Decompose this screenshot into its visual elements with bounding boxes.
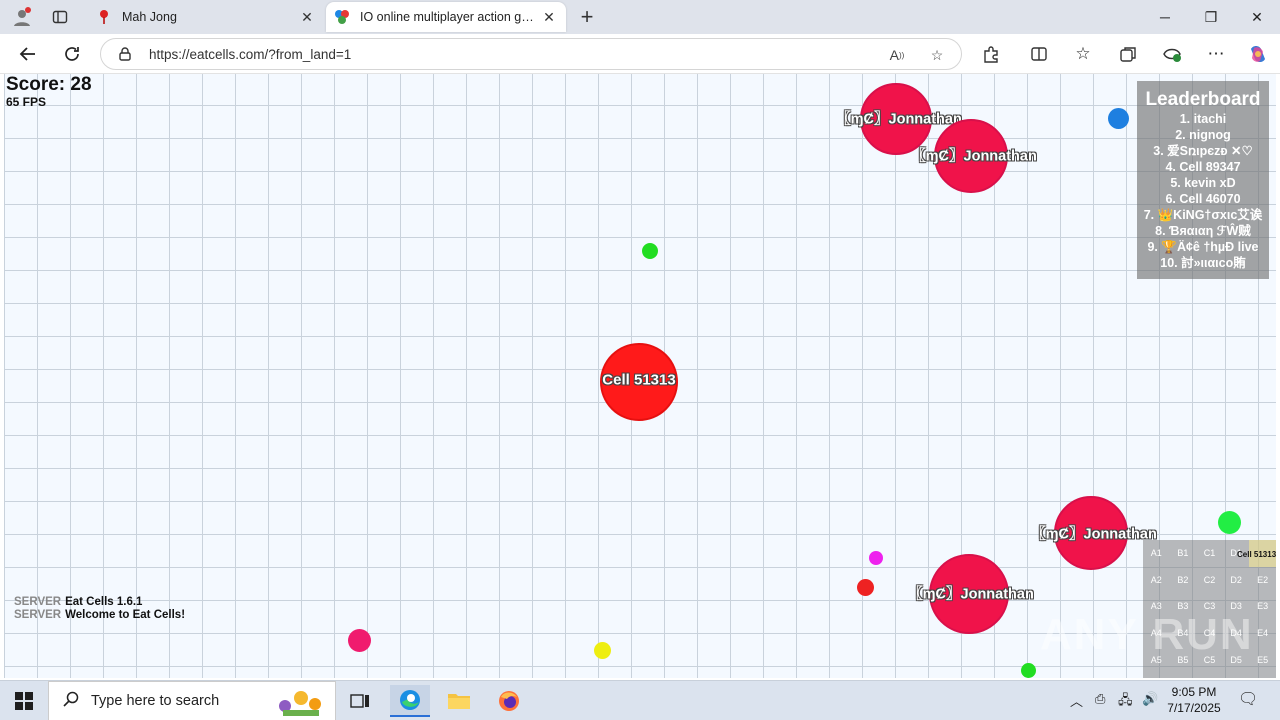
minimap-grid-cell: B1 — [1177, 548, 1189, 559]
task-view-icon[interactable] — [340, 685, 380, 717]
lock-icon[interactable] — [117, 46, 133, 62]
minimap-grid-cell: C1 — [1203, 548, 1216, 559]
enemy-cell-name: 〖ɱȻ〗Jonnathan — [1031, 526, 1157, 543]
leaderboard-entry: 8. Ɓяαιαη ℱŴ贼 — [1155, 224, 1251, 238]
leaderboard-entry: 4. Cell 89347 — [1165, 160, 1241, 174]
browser-navbar: https://eatcells.com/?from_land=1 A)) ☆ … — [0, 34, 1280, 74]
food-pellet — [1021, 663, 1036, 678]
file-explorer-icon[interactable] — [439, 685, 479, 717]
volume-icon[interactable]: 🔊 — [1142, 691, 1158, 707]
leaderboard-entry: 6. Cell 46070 — [1165, 192, 1241, 206]
read-aloud-icon[interactable]: A)) — [887, 45, 907, 65]
extensions-icon[interactable] — [977, 40, 1005, 68]
minimap-grid-cell: A2 — [1150, 574, 1162, 585]
enemy-cell-name: 〖ɱȻ〗Jonnathan — [911, 148, 1037, 165]
food-pellet — [857, 579, 874, 596]
leaderboard: Leaderboard 1. itachi 2. nignog 3. 爱Sռιp… — [1137, 81, 1269, 279]
minimap-grid-cell: B2 — [1177, 574, 1189, 585]
split-screen-icon[interactable] — [1025, 40, 1053, 68]
leaderboard-entry: 1. itachi — [1179, 112, 1227, 126]
browser-essentials-icon[interactable] — [1158, 40, 1186, 68]
minimap-grid-cell: A1 — [1150, 548, 1162, 559]
profile-icon[interactable] — [10, 5, 34, 29]
player-cell-name: Cell 51313 — [602, 371, 676, 389]
minimize-icon[interactable]: ─ — [1142, 0, 1188, 34]
back-arrow-icon[interactable] — [14, 40, 42, 68]
chat-message: Eat Cells 1.6.1 — [65, 596, 143, 608]
puzzle-icon — [334, 9, 350, 25]
minimap-grid-cell: E2 — [1257, 574, 1269, 585]
tab-actions-icon[interactable] — [48, 5, 72, 29]
chat-message: Welcome to Eat Cells! — [65, 609, 186, 621]
search-placeholder: Type here to search — [91, 693, 220, 709]
food-pellet — [594, 642, 611, 659]
minimap-grid-cell: C2 — [1203, 574, 1216, 585]
leaderboard-entry: 3. 爱Sռιpєzᴆ ✕♡ — [1153, 144, 1253, 158]
food-pellet — [1108, 108, 1129, 129]
search-icon — [63, 691, 79, 712]
minimap-grid-cell: D2 — [1230, 574, 1242, 585]
address-bar[interactable]: https://eatcells.com/?from_land=1 A)) ☆ — [100, 38, 962, 70]
food-pellet — [348, 629, 371, 652]
notification-icon[interactable]: 🗨 — [1238, 689, 1258, 709]
game-canvas[interactable]: Score: 28 65 FPS 〖ɱȻ〗Jonnathan 〖ɱȻ〗Jonna… — [4, 74, 1276, 678]
close-icon[interactable]: ✕ — [298, 8, 316, 26]
chat-source: SERVER — [14, 609, 62, 621]
flowers-icon — [265, 684, 331, 720]
edge-browser-icon[interactable] — [390, 685, 430, 717]
new-tab-icon[interactable]: + — [575, 4, 599, 29]
tab-eatcells[interactable]: IO online multiplayer action game ✕ — [326, 2, 566, 32]
firefox-icon[interactable] — [489, 685, 529, 717]
leaderboard-entry: 9. 🏆Ä¢ê †hµÐ live — [1147, 240, 1259, 254]
refresh-icon[interactable] — [58, 40, 86, 68]
usb-icon[interactable]: ⎙ — [1095, 691, 1105, 707]
leaderboard-entry: 2. nignog — [1175, 128, 1231, 142]
browser-titlebar: Mah Jong ✕ IO online multiplayer action … — [0, 0, 1280, 34]
url-text[interactable]: https://eatcells.com/?from_land=1 — [149, 47, 351, 62]
enemy-cell-name: 〖ɱȻ〗Jonnathan — [836, 111, 962, 128]
copilot-icon[interactable] — [1244, 40, 1272, 68]
show-hidden-icons[interactable]: ︿ — [1070, 691, 1083, 710]
windows-taskbar: Type here to search ︿ ⎙ 🖧 🔊 9:05 PM 7/17… — [0, 680, 1280, 720]
close-icon[interactable]: ✕ — [540, 8, 558, 26]
leaderboard-entry: 10. 討»ιιαιco賄 — [1160, 256, 1246, 270]
food-pellet — [642, 243, 658, 259]
anyrun-watermark: ANY RUN — [1040, 610, 1254, 659]
taskbar-clock[interactable]: 9:05 PM 7/17/2025 — [1160, 684, 1228, 716]
chat-log: SERVER Eat Cells 1.6.1 SERVER Welcome to E… — [14, 596, 185, 622]
food-pellet — [869, 551, 883, 565]
chat-line: SERVER Eat Cells 1.6.1 — [14, 596, 185, 609]
taskbar-search-box[interactable]: Type here to search — [48, 681, 336, 720]
score-display: Score: 28 — [6, 74, 92, 95]
clock-date: 7/17/2025 — [1167, 701, 1221, 715]
leaderboard-title: Leaderboard — [1145, 89, 1261, 110]
pin-icon — [96, 9, 112, 25]
chat-line: SERVER Welcome to Eat Cells! — [14, 609, 185, 622]
leaderboard-entry: 5. kevin xD — [1170, 176, 1236, 190]
fps-display: 65 FPS — [6, 95, 47, 109]
food-pellet — [1218, 511, 1241, 534]
favorite-star-icon[interactable]: ☆ — [927, 45, 947, 65]
chat-source: SERVER — [14, 596, 62, 608]
enemy-cell-name: 〖ɱȻ〗Jonnathan — [908, 586, 1034, 603]
network-icon[interactable]: 🖧 — [1118, 691, 1133, 713]
windows-start-icon[interactable] — [0, 681, 48, 720]
tab-mah-jong[interactable]: Mah Jong ✕ — [88, 2, 324, 32]
more-options-icon[interactable]: ⋯ — [1202, 40, 1230, 68]
minimap-player-label: Cell 51313 — [1237, 550, 1276, 559]
favorites-icon[interactable]: ☆ — [1069, 40, 1097, 68]
clock-time: 9:05 PM — [1171, 685, 1217, 699]
tab-label: IO online multiplayer action game — [360, 10, 540, 24]
window-close-icon[interactable]: ✕ — [1234, 0, 1280, 34]
tab-label: Mah Jong — [122, 10, 177, 24]
collections-icon[interactable] — [1114, 40, 1142, 68]
restore-icon[interactable]: ❐ — [1188, 0, 1234, 34]
leaderboard-entry: 7. 👑KiNG†σxιc艾诶 — [1143, 208, 1263, 222]
